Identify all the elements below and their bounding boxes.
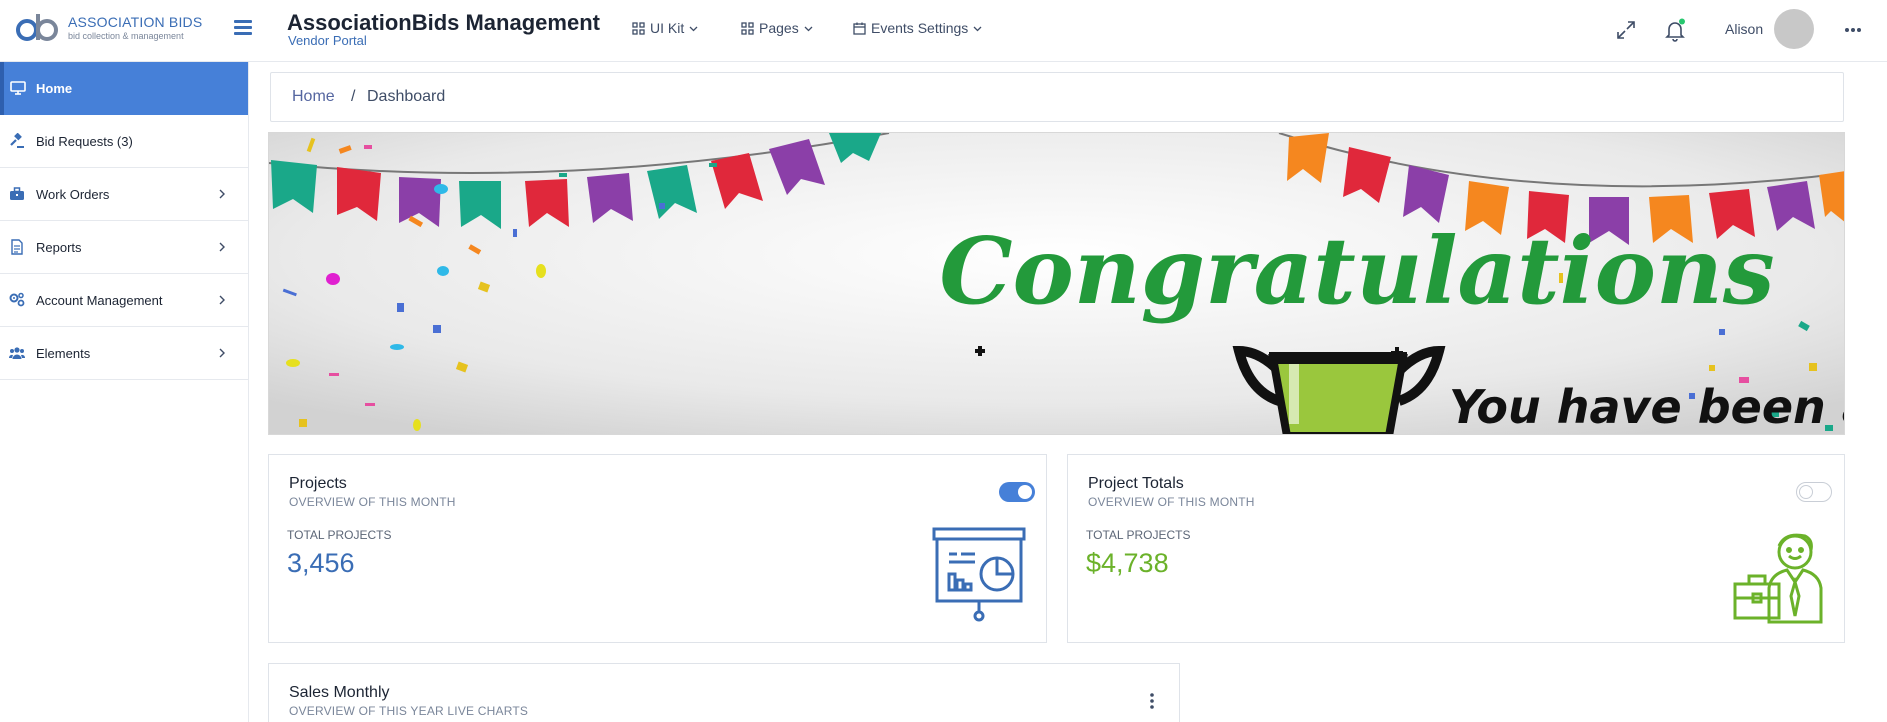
grid-icon [741, 21, 754, 35]
nav-pages-label: Pages [759, 20, 799, 36]
logo-name: ASSOCIATION BIDS [68, 14, 203, 30]
chevron-right-icon [219, 348, 225, 358]
monitor-icon [10, 81, 26, 95]
card-title: Projects [289, 475, 347, 492]
breadcrumb-home-link[interactable]: Home [292, 88, 335, 106]
briefcase-icon [10, 187, 24, 200]
congratulations-banner: Congratulations You have been awarded [268, 132, 1845, 435]
card-title: Project Totals [1088, 475, 1184, 492]
gears-icon [9, 292, 25, 307]
calendar-icon [853, 22, 866, 35]
chevron-down-icon [973, 26, 982, 31]
chevron-right-icon [219, 295, 225, 305]
chevron-down-icon [689, 26, 698, 31]
nav-ui-kit[interactable]: UI Kit [632, 20, 698, 36]
document-icon [11, 239, 23, 255]
breadcrumb: Home / Dashboard [270, 72, 1844, 122]
breadcrumb-separator: / [351, 88, 356, 105]
project-totals-toggle[interactable] [1796, 482, 1832, 502]
nav-pages[interactable]: Pages [741, 20, 813, 36]
nav-events-settings-label: Events Settings [871, 20, 969, 36]
sidebar-item-label: Elements [36, 345, 91, 361]
more-vertical-icon[interactable] [1142, 691, 1162, 711]
chevron-down-icon [804, 26, 813, 31]
gavel-icon [10, 133, 24, 148]
grid-icon [632, 21, 645, 35]
sidebar-item-reports[interactable]: Reports [0, 221, 248, 274]
projects-card: Projects OVERVIEW OF THIS MONTH TOTAL PR… [268, 454, 1047, 643]
logo-tagline: bid collection & management [68, 31, 184, 41]
sidebar-item-label: Home [36, 81, 73, 96]
banner-message: You have been awarded [1449, 380, 1845, 434]
sidebar-item-label: Bid Requests (3) [36, 133, 133, 149]
chevron-right-icon [219, 189, 225, 199]
card-label: TOTAL PROJECTS [1086, 528, 1191, 542]
card-value: $4,738 [1086, 548, 1169, 578]
sidebar: Home Bid Requests (3) Work Orders Report… [0, 62, 249, 722]
users-icon [9, 347, 25, 359]
sidebar-item-home[interactable]: Home [0, 62, 248, 115]
card-subtitle: OVERVIEW OF THIS YEAR LIVE CHARTS [289, 704, 529, 718]
sales-monthly-card: Sales Monthly OVERVIEW OF THIS YEAR LIVE… [268, 663, 1180, 722]
user-name[interactable]: Alison [1725, 21, 1763, 37]
fullscreen-icon[interactable] [1614, 18, 1638, 42]
chevron-right-icon [219, 242, 225, 252]
sidebar-item-label: Work Orders [36, 186, 110, 202]
sidebar-item-bid-requests[interactable]: Bid Requests (3) [0, 115, 248, 168]
card-subtitle: OVERVIEW OF THIS MONTH [289, 495, 456, 509]
card-value: 3,456 [287, 548, 355, 578]
app-subtitle: Vendor Portal [288, 33, 367, 48]
logo-mark-icon [16, 14, 58, 41]
bell-icon[interactable] [1663, 18, 1687, 42]
card-title: Sales Monthly [289, 684, 390, 701]
menu-toggle-icon[interactable] [234, 20, 252, 36]
businessman-icon [1733, 533, 1823, 624]
sidebar-item-account-management[interactable]: Account Management [0, 274, 248, 327]
banner-graphic: Congratulations You have been awarded [269, 133, 1845, 434]
presentation-board-icon [932, 527, 1026, 622]
banner-headline: Congratulations [939, 217, 1774, 325]
sidebar-item-label: Account Management [36, 292, 163, 308]
logo[interactable]: ASSOCIATION BIDS bid collection & manage… [14, 10, 204, 46]
project-totals-card: Project Totals OVERVIEW OF THIS MONTH TO… [1067, 454, 1845, 643]
sidebar-item-label: Reports [36, 239, 82, 255]
nav-events-settings[interactable]: Events Settings [853, 20, 982, 36]
card-label: TOTAL PROJECTS [287, 528, 392, 542]
projects-toggle[interactable] [999, 482, 1035, 502]
card-subtitle: OVERVIEW OF THIS MONTH [1088, 495, 1255, 509]
nav-ui-kit-label: UI Kit [650, 20, 685, 36]
top-header: ASSOCIATION BIDS bid collection & manage… [0, 0, 1887, 62]
avatar[interactable] [1774, 9, 1814, 49]
notification-dot [1679, 18, 1685, 25]
sidebar-item-work-orders[interactable]: Work Orders [0, 168, 248, 221]
more-horizontal-icon[interactable] [1843, 20, 1863, 40]
sidebar-item-elements[interactable]: Elements [0, 327, 248, 380]
breadcrumb-current: Dashboard [367, 88, 446, 105]
